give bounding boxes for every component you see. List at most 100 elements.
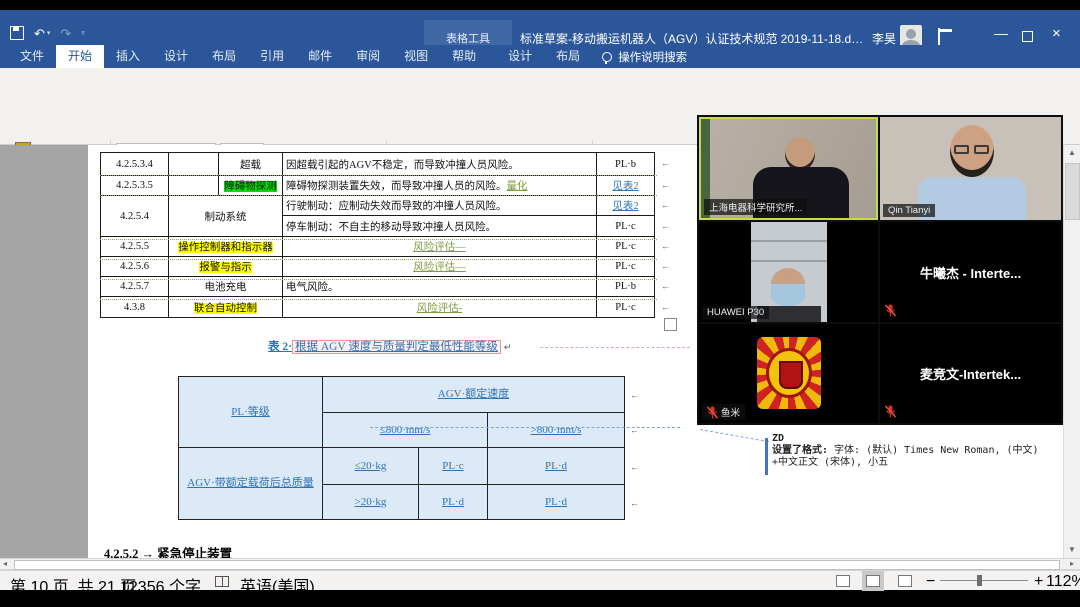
- vertical-scroll-thumb[interactable]: [1065, 163, 1080, 220]
- tracked-change-line: [100, 195, 657, 196]
- zoom-out-icon[interactable]: −: [926, 573, 935, 591]
- ceiling-line: [751, 240, 827, 242]
- row-end-mark: ←: [661, 200, 670, 210]
- participant-name-label: Qin Tianyi: [883, 204, 935, 217]
- risk-assessment-table[interactable]: 4.2.5.3.4 超载 因超载引起的AGV不稳定，而导致冲撞人员风险。 PL·…: [100, 152, 655, 318]
- minimize-icon[interactable]: —: [994, 26, 1008, 40]
- row-end-mark: ←: [661, 241, 670, 251]
- horizontal-scroll-thumb[interactable]: [14, 560, 1060, 570]
- print-layout-icon[interactable]: [866, 575, 880, 587]
- table-row: AGV·带额定载荷后总质量 ≤20·kg PL·c PL·d: [179, 448, 625, 485]
- caption-prefix: 表 2·: [268, 341, 292, 353]
- proofing-icon[interactable]: [215, 576, 229, 587]
- video-tile-mai-intertek[interactable]: 麦竞文-Intertek...: [880, 324, 1061, 423]
- muted-mic-icon: [885, 304, 896, 317]
- title-bar: ↶▾ ↷ ▿ 表格工具 标准草案-移动搬运机器人（AGV）认证技术规范 2019…: [0, 10, 1080, 45]
- page-indicator[interactable]: 第 10 页, 共 21 页: [10, 573, 136, 597]
- tracked-change-line: [100, 299, 657, 300]
- video-tile-yumi[interactable]: 鱼米: [699, 324, 878, 423]
- table-row: PL·等级 AGV·额定速度: [179, 377, 625, 413]
- table-resize-handle[interactable]: [664, 318, 677, 331]
- row-end-mark: ←: [630, 390, 639, 400]
- quick-access-toolbar: ↶▾ ↷ ▿: [10, 26, 85, 40]
- video-tile-niu-intertek[interactable]: 牛曦杰 - Interte...: [880, 222, 1061, 322]
- comment-author: ZD: [772, 433, 784, 445]
- row-end-mark: ←: [661, 180, 670, 190]
- participant-name-centered: 牛曦杰 - Interte...: [880, 222, 1061, 322]
- yellow-highlighted-text: 报警与指示: [199, 262, 252, 273]
- green-highlighted-text: 障碍物探测: [224, 181, 277, 192]
- muted-mic-icon: [885, 405, 896, 418]
- zoom-level[interactable]: 112%: [1046, 573, 1080, 591]
- comment-text: 设置了格式: 字体: (默认) Times New Roman, (中文): [772, 445, 1072, 457]
- tracked-change-text: 量化: [507, 181, 528, 192]
- tracked-change-line: [100, 175, 657, 176]
- yellow-highlighted-text: 联合自动控制: [194, 303, 257, 314]
- tracked-change-line: [100, 259, 657, 260]
- save-icon[interactable]: [10, 26, 24, 40]
- zoom-in-icon[interactable]: +: [1034, 573, 1043, 591]
- close-icon[interactable]: ×: [1052, 26, 1061, 41]
- tracked-change-text: 风险评估—: [413, 262, 466, 273]
- scroll-down-icon[interactable]: ▼: [1068, 546, 1076, 554]
- tab-references[interactable]: 引用: [248, 45, 296, 68]
- tracked-change-line: [100, 239, 657, 240]
- word-count[interactable]: 12356 个字: [120, 573, 201, 597]
- scroll-right-icon[interactable]: ▸: [1070, 560, 1074, 568]
- tab-insert[interactable]: 插入: [104, 45, 152, 68]
- see-table2-link[interactable]: 见表2: [612, 181, 638, 192]
- video-tile-qin-tianyi[interactable]: Qin Tianyi: [880, 117, 1061, 220]
- yellow-highlighted-text: 操作控制器和指示器: [178, 242, 273, 253]
- glasses-right: [974, 145, 989, 154]
- row-end-mark: ←: [630, 425, 639, 435]
- video-conference-overlay[interactable]: 上海电器科学研究所... Qin Tianyi HUAWEI P30 牛曦杰 -…: [697, 115, 1063, 425]
- tab-design[interactable]: 设计: [152, 45, 200, 68]
- tab-mailings[interactable]: 邮件: [296, 45, 344, 68]
- row-end-mark: ←: [661, 281, 670, 291]
- table-row: 4.2.5.4 制动系统 行驶制动：应制动失效而导致的冲撞人员风险。 见表2: [101, 196, 655, 216]
- pl-grade-table[interactable]: PL·等级 AGV·额定速度 ≤800·mm/s >800·mm/s AGV·带…: [178, 376, 625, 520]
- ribbon-tab-row: 文件 开始 插入 设计 布局 引用 邮件 审阅 视图 帮助 设计 布局 操作说明…: [0, 45, 1080, 68]
- row-end-mark: ←: [661, 221, 670, 231]
- video-tile-shanghai[interactable]: 上海电器科学研究所...: [699, 117, 878, 220]
- scroll-up-icon[interactable]: ▲: [1068, 149, 1076, 157]
- web-layout-icon[interactable]: [898, 575, 912, 587]
- tracked-change-text: 风险评估—: [413, 242, 466, 253]
- scroll-left-icon[interactable]: ◂: [3, 560, 7, 568]
- manchester-united-logo: [757, 337, 821, 409]
- video-tile-huawei-p30[interactable]: HUAWEI P30: [699, 222, 878, 322]
- language-indicator[interactable]: 英语(美国): [240, 573, 315, 597]
- ribbon-display-options-icon[interactable]: [938, 30, 940, 44]
- tab-table-layout[interactable]: 布局: [544, 45, 592, 68]
- tab-review[interactable]: 审阅: [344, 45, 392, 68]
- comment-change-bar: [765, 438, 768, 475]
- row-end-mark: ←: [661, 261, 670, 271]
- tab-layout[interactable]: 布局: [200, 45, 248, 68]
- zoom-slider-thumb[interactable]: [977, 575, 982, 586]
- row-end-mark: ←: [630, 462, 639, 472]
- row-end-mark: ←: [661, 302, 670, 312]
- participant-name-centered: 麦竞文-Intertek...: [880, 324, 1061, 423]
- redo-icon[interactable]: ↷: [60, 27, 71, 40]
- participant-name-label: HUAWEI P30: [702, 306, 769, 319]
- restore-icon[interactable]: [1022, 30, 1033, 44]
- customize-qat-icon[interactable]: ▿: [81, 29, 85, 37]
- tab-view[interactable]: 视图: [392, 45, 440, 68]
- tab-home[interactable]: 开始: [56, 45, 104, 68]
- zoom-slider-track[interactable]: [940, 580, 1028, 581]
- tracked-change-text: 风险评估-: [417, 303, 463, 314]
- tab-file[interactable]: 文件: [8, 45, 56, 68]
- read-mode-icon[interactable]: [836, 575, 850, 587]
- see-table2-link[interactable]: 见表2: [612, 201, 638, 212]
- tab-table-design[interactable]: 设计: [496, 45, 544, 68]
- muted-mic-icon: [707, 406, 718, 419]
- tell-me-search[interactable]: 操作说明搜索: [602, 49, 687, 65]
- face-mask: [771, 284, 805, 306]
- comment-text-line2: +中文正文 (宋体), 小五: [772, 457, 888, 469]
- table-row: 4.2.5.3.4 超载 因超载引起的AGV不稳定，而导致冲撞人员风险。 PL·…: [101, 153, 655, 176]
- undo-button[interactable]: ↶▾: [34, 27, 50, 40]
- row-end-mark: ←: [630, 498, 639, 508]
- participant-name-label: 鱼米: [702, 404, 745, 420]
- table2-caption: 表 2·根据 AGV 速度与质量判定最低性能等级 ↵: [268, 338, 511, 354]
- tab-help[interactable]: 帮助: [440, 45, 488, 68]
